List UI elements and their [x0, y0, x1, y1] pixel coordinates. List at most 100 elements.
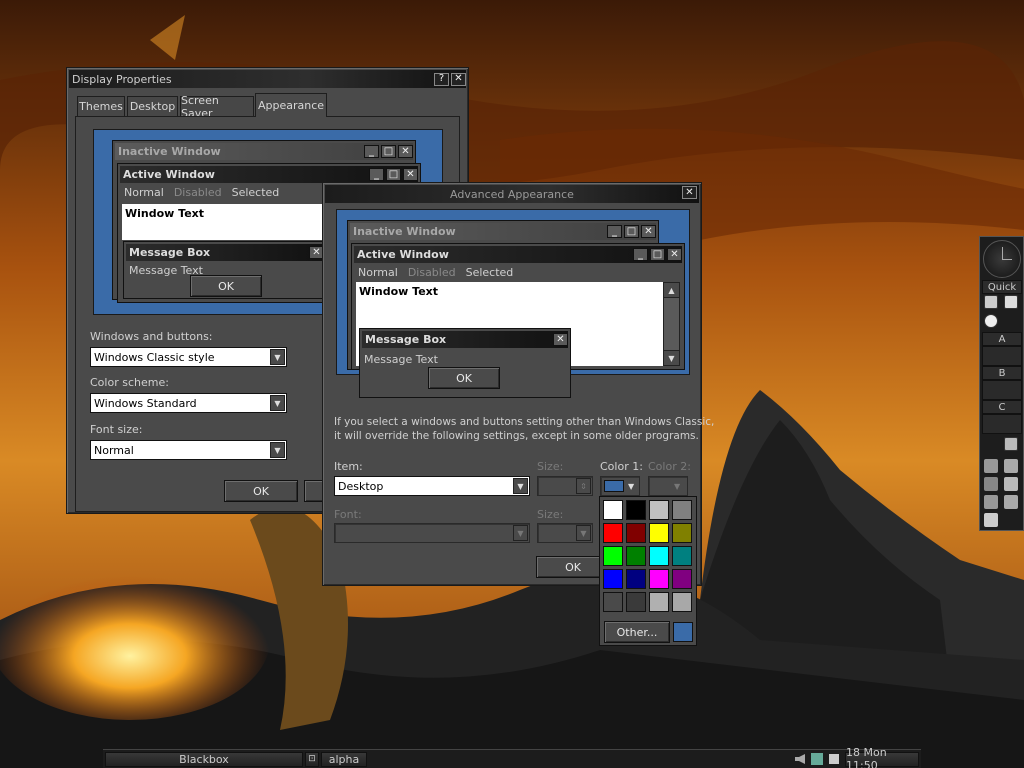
- color-swatch[interactable]: [672, 500, 692, 520]
- printer-tray-icon[interactable]: [829, 754, 839, 764]
- windows-buttons-select[interactable]: Windows Classic style ▼: [90, 347, 287, 367]
- color-swatch[interactable]: [603, 523, 623, 543]
- chevron-down-icon[interactable]: ▼: [513, 525, 528, 541]
- color-scheme-label: Color scheme:: [90, 376, 169, 389]
- tab-appearance[interactable]: Appearance: [255, 93, 327, 117]
- windows-buttons-value: Windows Classic style: [94, 350, 215, 364]
- tools-icon[interactable]: [1004, 495, 1018, 509]
- preview-menu-selected: Selected: [465, 266, 514, 279]
- advanced-appearance-titlebar[interactable]: Advanced Appearance ✕: [325, 185, 699, 203]
- color-swatch[interactable]: [649, 592, 669, 612]
- tab-desktop[interactable]: Desktop: [127, 96, 178, 116]
- chevron-down-icon[interactable]: ▼: [513, 478, 528, 494]
- font-size-select[interactable]: Normal ▼: [90, 440, 287, 460]
- preview-active-title: Active Window: [357, 248, 449, 261]
- color-swatch[interactable]: [672, 569, 692, 589]
- close-icon: ✕: [403, 168, 418, 181]
- color-swatch[interactable]: [626, 523, 646, 543]
- chevron-down-icon[interactable]: ▼: [576, 525, 591, 541]
- color-swatch[interactable]: [649, 523, 669, 543]
- printer-icon[interactable]: [1004, 477, 1018, 491]
- close-button[interactable]: ✕: [451, 72, 466, 86]
- chevron-down-icon[interactable]: ▼: [270, 442, 285, 458]
- item-size-stepper[interactable]: ⇕: [537, 476, 593, 496]
- clock-icon: [983, 240, 1021, 278]
- color1-swatch: [604, 480, 624, 492]
- color1-button[interactable]: ▼: [600, 476, 640, 496]
- maximize-icon: □: [386, 168, 401, 181]
- window-title: Advanced Appearance: [450, 187, 574, 201]
- color-swatch[interactable]: [603, 546, 623, 566]
- clock-display[interactable]: 18 Mon 11:50: [845, 746, 919, 768]
- close-icon: ✕: [667, 248, 682, 261]
- documents-icon[interactable]: [1004, 295, 1018, 309]
- color-swatch[interactable]: [626, 592, 646, 612]
- chevron-down-icon: ▼: [628, 481, 635, 491]
- color-swatch[interactable]: [672, 523, 692, 543]
- chevron-down-icon[interactable]: ▼: [270, 395, 285, 411]
- item-label: Item:: [334, 460, 363, 473]
- color2-button[interactable]: ▼: [648, 476, 688, 496]
- color-swatch[interactable]: [603, 592, 623, 612]
- maximize-icon: □: [650, 248, 665, 261]
- item-size-label: Size:: [537, 460, 564, 473]
- slit-label-b: B: [982, 366, 1022, 380]
- preview-inactive-title: Inactive Window: [118, 145, 221, 158]
- preview-message-box: Message Box ✕ Message Text OK: [123, 241, 327, 299]
- tab-themes[interactable]: Themes: [77, 96, 125, 116]
- color-scheme-value: Windows Standard: [94, 396, 197, 410]
- network-icon[interactable]: [984, 495, 998, 509]
- slit-slot-b[interactable]: [982, 380, 1022, 400]
- display-properties-titlebar[interactable]: Display Properties ? ✕: [69, 70, 466, 88]
- color-swatch[interactable]: [649, 500, 669, 520]
- other-color-button[interactable]: Other...: [604, 621, 670, 643]
- color-swatch[interactable]: [603, 500, 623, 520]
- font-size-select[interactable]: ▼: [537, 523, 593, 543]
- browser-icon[interactable]: [984, 295, 998, 309]
- ok-button[interactable]: OK: [224, 480, 298, 502]
- color-swatch[interactable]: [672, 546, 692, 566]
- color-swatch[interactable]: [626, 500, 646, 520]
- help-button[interactable]: ?: [434, 72, 449, 86]
- chevron-down-icon: ▼: [674, 481, 681, 491]
- color-swatch[interactable]: [649, 569, 669, 589]
- preview-active-title: Active Window: [123, 168, 215, 181]
- spin-icon[interactable]: ⇕: [576, 478, 591, 494]
- slit-slot-a[interactable]: [982, 346, 1022, 366]
- browser-icon[interactable]: [1004, 437, 1018, 451]
- color-swatch[interactable]: [626, 569, 646, 589]
- close-button[interactable]: ✕: [682, 186, 697, 199]
- font-select[interactable]: ▼: [334, 523, 530, 543]
- color-swatch[interactable]: [603, 569, 623, 589]
- speaker-icon[interactable]: [795, 754, 805, 764]
- color-swatch[interactable]: [649, 546, 669, 566]
- network-icon[interactable]: [1004, 459, 1018, 473]
- minimize-icon: _: [607, 225, 622, 238]
- override-note-line2: it will override the following settings,…: [334, 430, 699, 442]
- drive-icon[interactable]: [984, 477, 998, 491]
- item-value: Desktop: [338, 479, 384, 493]
- preview-menu-selected: Selected: [231, 186, 280, 199]
- recycle-bin-icon[interactable]: [984, 513, 998, 527]
- preview-menu-normal: Normal: [358, 266, 398, 279]
- color-scheme-select[interactable]: Windows Standard ▼: [90, 393, 287, 413]
- color-swatch[interactable]: [672, 592, 692, 612]
- preview-msgbox-title: Message Box: [129, 246, 211, 259]
- preview-msgbox-text: Message Text: [364, 353, 438, 366]
- tab-screen-saver[interactable]: Screen Saver: [180, 94, 254, 120]
- slit-slot-c[interactable]: [982, 414, 1022, 434]
- preview-msgbox-title: Message Box: [365, 333, 447, 346]
- item-select[interactable]: Desktop ▼: [334, 476, 530, 496]
- network-tray-icon[interactable]: [811, 753, 823, 765]
- workspace-label[interactable]: Blackbox: [105, 751, 303, 767]
- window-label[interactable]: alpha: [321, 751, 367, 767]
- chevron-down-icon[interactable]: ▼: [270, 349, 285, 365]
- preview-message-box: Message Box ✕ Message Text OK: [359, 328, 571, 398]
- media-player-icon[interactable]: [984, 314, 998, 328]
- window-switch-button[interactable]: ⊡: [305, 751, 319, 767]
- preview-ok-button: OK: [190, 275, 262, 297]
- color-swatch[interactable]: [626, 546, 646, 566]
- preview-inactive-title: Inactive Window: [353, 225, 456, 238]
- printer-icon[interactable]: [984, 459, 998, 473]
- font-size-label: Size:: [537, 508, 564, 521]
